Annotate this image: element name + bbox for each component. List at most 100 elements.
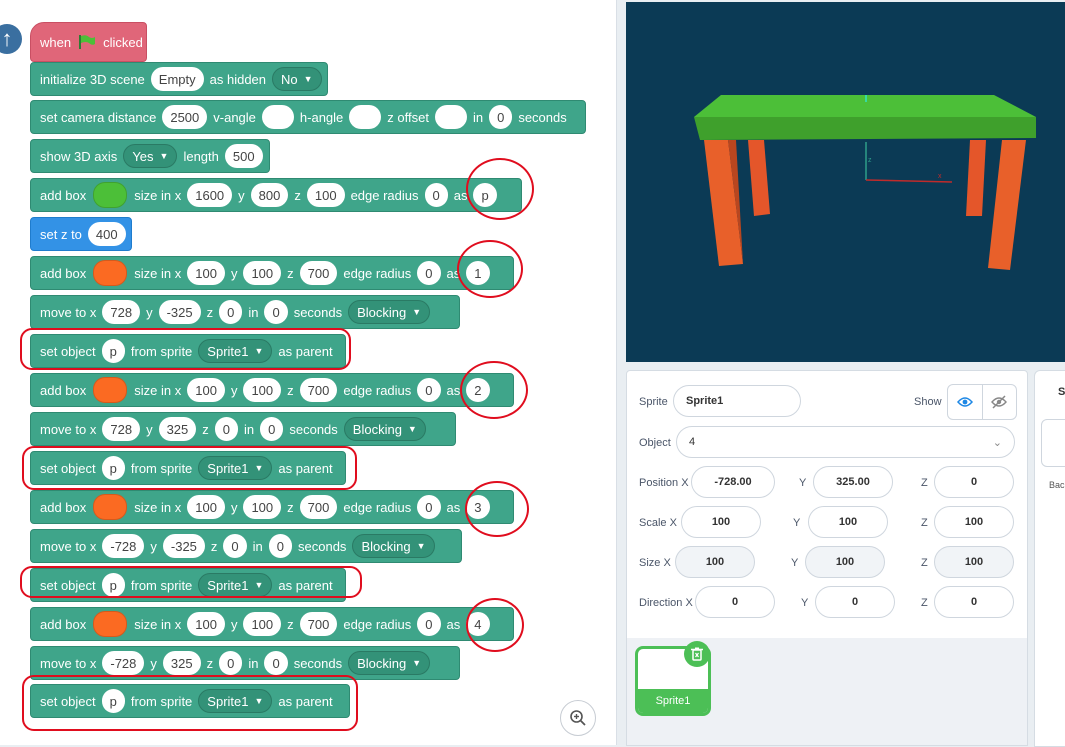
size-z-input[interactable]: 100 [306,183,345,207]
size-z-input[interactable]: 700 [299,612,338,636]
color-swatch-orange[interactable] [93,377,128,403]
object-select[interactable]: 4 ⌄ [676,426,1015,458]
code-area[interactable]: ↑ when clicked initialize 3D scene Empty… [0,0,617,745]
color-swatch-green[interactable] [93,182,128,208]
hidden-dropdown[interactable]: No ▼ [272,67,322,91]
show-visible-button[interactable] [948,385,983,419]
x-input[interactable]: -728 [102,534,145,558]
position-y-field[interactable]: 325.00 [813,466,893,498]
blocking-dropdown[interactable]: Blocking ▼ [348,651,431,675]
axis-length-input[interactable]: 500 [224,144,263,168]
size-x-input[interactable]: 100 [187,495,225,519]
z-input[interactable]: 400 [87,222,126,246]
seconds-input[interactable]: 0 [268,534,293,558]
stage-3d-view[interactable]: z x [626,2,1065,362]
zoom-in-button[interactable] [560,700,596,736]
size-x-input[interactable]: 100 [187,378,225,402]
seconds-input[interactable]: 0 [489,105,513,129]
set-z-block[interactable]: set z to 400 [30,217,132,251]
blocking-dropdown[interactable]: Blocking ▼ [348,300,431,324]
table-leg [966,140,986,216]
add-box-block[interactable]: add box size in x 100 y 100 z 700 edge r… [30,373,514,407]
y-input[interactable]: 325 [162,651,201,675]
add-box-block[interactable]: add box size in x 1600 y 800 z 100 edge … [30,178,522,212]
size-x-input[interactable]: 1600 [187,183,233,207]
x-input[interactable]: 728 [102,417,141,441]
position-z-field[interactable]: 0 [934,466,1014,498]
size-y-field[interactable]: 100 [805,546,885,578]
color-swatch-orange[interactable] [93,260,128,286]
size-x-field[interactable]: 100 [675,546,755,578]
size-z-field[interactable]: 100 [934,546,1014,578]
scale-y-field[interactable]: 100 [808,506,888,538]
edge-radius-input[interactable]: 0 [424,183,448,207]
scale-x-field[interactable]: 100 [681,506,761,538]
move-to-block[interactable]: move to x -728 y -325 z 0 in 0 seconds B… [30,529,462,563]
z-offset-input[interactable] [434,105,467,129]
size-x-input[interactable]: 100 [187,261,225,285]
initialize-3d-scene-block[interactable]: initialize 3D scene Empty as hidden No ▼ [30,62,328,96]
direction-y-field[interactable]: 0 [815,586,895,618]
x-input[interactable]: -728 [102,651,145,675]
set-camera-distance-block[interactable]: set camera distance 2500 v-angle h-angle… [30,100,586,134]
scroll-up-arrow-icon[interactable]: ↑ [0,24,22,54]
add-box-block[interactable]: add box size in x 100 y 100 z 700 edge r… [30,256,514,290]
size-y-input[interactable]: 100 [243,378,282,402]
edge-radius-input[interactable]: 0 [417,261,441,285]
show-label: Show [914,396,942,408]
blocking-dropdown[interactable]: Blocking ▼ [352,534,435,558]
y-input[interactable]: -325 [158,300,201,324]
edge-radius-input[interactable]: 0 [417,495,441,519]
axis-label-z: z [868,157,872,164]
annotation-circle [465,481,529,537]
move-to-block[interactable]: move to x 728 y 325 z 0 in 0 seconds Blo… [30,412,456,446]
size-z-input[interactable]: 700 [299,378,338,402]
camera-distance-input[interactable]: 2500 [162,105,208,129]
move-to-block[interactable]: move to x 728 y -325 z 0 in 0 seconds Bl… [30,295,460,329]
color-swatch-orange[interactable] [93,611,128,637]
size-y-input[interactable]: 100 [243,612,282,636]
color-swatch-orange[interactable] [93,494,128,520]
add-box-block[interactable]: add box size in x 100 y 100 z 700 edge r… [30,607,514,641]
show-hidden-button[interactable] [983,385,1017,419]
direction-z-field[interactable]: 0 [934,586,1014,618]
y-input[interactable]: -325 [162,534,205,558]
scene-input[interactable]: Empty [150,67,204,91]
backdrop-thumbnail[interactable] [1041,419,1065,467]
stage-tab[interactable]: St [1058,386,1065,398]
z-input[interactable]: 0 [219,651,243,675]
sprite-name-field[interactable]: Sprite1 [673,385,801,417]
size-y-input[interactable]: 100 [243,495,282,519]
size-z-input[interactable]: 700 [299,495,338,519]
edge-radius-input[interactable]: 0 [417,612,441,636]
sprite-label: Sprite [639,396,668,408]
seconds-input[interactable]: 0 [264,300,288,324]
zoom-in-icon [570,710,586,726]
v-angle-input[interactable] [261,105,294,129]
sprite-thumbnail-name: Sprite1 [638,689,708,713]
size-y-input[interactable]: 100 [243,261,282,285]
z-input[interactable]: 0 [223,534,247,558]
scale-z-field[interactable]: 100 [934,506,1014,538]
add-box-block[interactable]: add box size in x 100 y 100 z 700 edge r… [30,490,514,524]
show-axis-dropdown[interactable]: Yes ▼ [123,144,178,168]
size-z-input[interactable]: 700 [299,261,338,285]
when-flag-clicked-block[interactable]: when clicked [30,22,147,62]
edge-radius-input[interactable]: 0 [417,378,441,402]
h-angle-input[interactable] [349,105,382,129]
size-y-input[interactable]: 800 [250,183,289,207]
annotation-rectangle [22,675,358,731]
z-input[interactable]: 0 [214,417,238,441]
show-3d-axis-block[interactable]: show 3D axis Yes ▼ length 500 [30,139,270,173]
seconds-input[interactable]: 0 [260,417,284,441]
seconds-input[interactable]: 0 [264,651,288,675]
blocking-dropdown[interactable]: Blocking ▼ [343,417,426,441]
y-input[interactable]: 325 [158,417,197,441]
direction-x-field[interactable]: 0 [695,586,775,618]
z-input[interactable]: 0 [219,300,243,324]
x-input[interactable]: 728 [102,300,141,324]
table-leg [988,140,1026,270]
size-x-input[interactable]: 100 [187,612,225,636]
delete-sprite-button[interactable] [684,641,710,667]
position-x-field[interactable]: -728.00 [691,466,775,498]
